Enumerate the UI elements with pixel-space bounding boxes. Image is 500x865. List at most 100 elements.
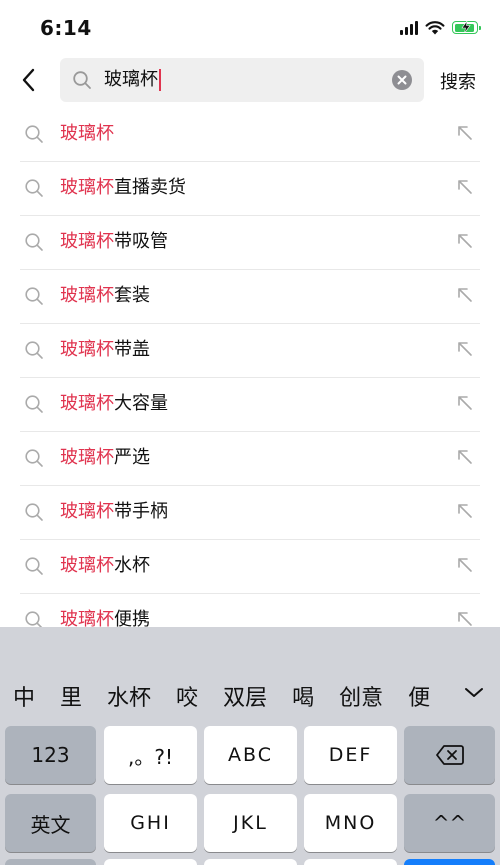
search-icon (25, 341, 43, 359)
candidate-word[interactable]: 里 (60, 681, 82, 711)
keyboard-key[interactable] (304, 859, 397, 865)
suggestion-highlight: 玻璃杯 (60, 123, 114, 144)
candidate-word[interactable]: 创意 (339, 681, 383, 711)
chevron-down-icon (465, 688, 483, 697)
clear-search-button[interactable] (392, 70, 412, 90)
status-time: 6:14 (40, 16, 92, 40)
suggestion-text: 玻璃杯严选 (60, 446, 150, 470)
search-button[interactable]: 搜索 (440, 68, 476, 94)
chevron-left-icon (22, 68, 35, 92)
suggestion-rest: 直播卖货 (114, 177, 186, 198)
search-icon (25, 449, 43, 467)
suggestion-text: 玻璃杯直播卖货 (60, 176, 186, 200)
english-switch-key[interactable]: 英文 (5, 794, 96, 852)
candidate-word[interactable]: 喝 (292, 681, 314, 711)
suggestion-item[interactable]: 玻璃杯带吸管 (20, 216, 480, 270)
search-query-text: 玻璃杯 (104, 69, 158, 90)
keyboard-key[interactable] (5, 859, 96, 865)
suggestion-text: 玻璃杯便携 (60, 608, 150, 628)
suggestion-highlight: 玻璃杯 (60, 393, 114, 414)
keyboard-key[interactable] (204, 859, 297, 865)
suggestion-highlight: 玻璃杯 (60, 231, 114, 252)
suggestion-item[interactable]: 玻璃杯带手柄 (20, 486, 480, 540)
ghi-key[interactable]: GHI (104, 794, 197, 852)
candidate-bar: 中 里 水杯 咬 双层 喝 创意 便 (0, 627, 500, 717)
mno-key[interactable]: MNO (304, 794, 397, 852)
status-bar: 6:14 (0, 0, 500, 56)
suggestion-highlight: 玻璃杯 (60, 177, 114, 198)
suggestion-text: 玻璃杯带吸管 (60, 230, 168, 254)
tone-key[interactable]: ^^ (404, 794, 495, 852)
suggestion-highlight: 玻璃杯 (60, 609, 114, 628)
suggestion-text: 玻璃杯大容量 (60, 392, 168, 416)
jkl-key[interactable]: JKL (204, 794, 297, 852)
search-icon (25, 395, 43, 413)
search-icon (25, 611, 43, 628)
suggestion-text: 玻璃杯 (60, 122, 114, 146)
suggestion-text: 玻璃杯带手柄 (60, 500, 168, 524)
suggestion-rest: 套装 (114, 285, 150, 306)
search-key[interactable] (404, 859, 495, 865)
suggestion-rest: 便携 (114, 609, 150, 628)
keyboard-key[interactable] (104, 859, 197, 865)
battery-charging-icon (452, 21, 481, 34)
text-caret (159, 69, 161, 91)
candidate-word[interactable]: 双层 (223, 681, 267, 711)
suggestion-item[interactable]: 玻璃杯套装 (20, 270, 480, 324)
search-icon (25, 557, 43, 575)
suggestion-item[interactable]: 玻璃杯直播卖货 (20, 162, 480, 216)
search-icon (25, 287, 43, 305)
status-icons (400, 20, 481, 35)
candidate-word[interactable]: 水杯 (107, 681, 151, 711)
suggestion-highlight: 玻璃杯 (60, 501, 114, 522)
cellular-signal-icon (400, 20, 418, 35)
candidate-word[interactable]: 便 (408, 681, 430, 711)
suggestion-rest: 水杯 (114, 555, 150, 576)
suggestion-highlight: 玻璃杯 (60, 339, 114, 360)
search-icon (25, 503, 43, 521)
close-icon (397, 75, 407, 85)
candidate-word[interactable]: 咬 (176, 681, 198, 711)
suggestion-list: 玻璃杯 玻璃杯直播卖货 玻璃杯带吸管 玻璃杯套装 玻璃杯带盖 玻璃杯大容量 玻璃… (0, 108, 500, 628)
arrow-up-left-icon[interactable] (456, 178, 474, 196)
arrow-up-left-icon[interactable] (456, 232, 474, 250)
candidate-word[interactable]: 中 (13, 681, 35, 711)
search-header: 玻璃杯 搜索 (0, 56, 500, 106)
search-input[interactable]: 玻璃杯 (104, 69, 161, 91)
arrow-up-left-icon[interactable] (456, 610, 474, 628)
arrow-up-left-icon[interactable] (456, 448, 474, 466)
suggestion-text: 玻璃杯套装 (60, 284, 150, 308)
arrow-up-left-icon[interactable] (456, 556, 474, 574)
suggestion-item[interactable]: 玻璃杯水杯 (20, 540, 480, 594)
suggestion-rest: 带吸管 (114, 231, 168, 252)
arrow-up-left-icon[interactable] (456, 340, 474, 358)
punctuation-key[interactable]: ,。?! (104, 726, 197, 784)
arrow-up-left-icon[interactable] (456, 286, 474, 304)
suggestion-rest: 带盖 (114, 339, 150, 360)
search-icon (25, 125, 43, 143)
expand-candidates-button[interactable] (462, 683, 486, 703)
suggestion-highlight: 玻璃杯 (60, 285, 114, 306)
back-button[interactable] (14, 65, 42, 95)
suggestion-rest: 严选 (114, 447, 150, 468)
search-box[interactable]: 玻璃杯 (60, 58, 424, 102)
arrow-up-left-icon[interactable] (456, 124, 474, 142)
suggestion-highlight: 玻璃杯 (60, 447, 114, 468)
suggestion-item[interactable]: 玻璃杯便携 (20, 594, 480, 628)
arrow-up-left-icon[interactable] (456, 394, 474, 412)
backspace-icon (435, 745, 464, 765)
suggestion-rest: 带手柄 (114, 501, 168, 522)
suggestion-rest: 大容量 (114, 393, 168, 414)
suggestion-text: 玻璃杯带盖 (60, 338, 150, 362)
search-icon (25, 233, 43, 251)
suggestion-item[interactable]: 玻璃杯大容量 (20, 378, 480, 432)
numbers-key[interactable]: 123 (5, 726, 96, 784)
abc-key[interactable]: ABC (204, 726, 297, 784)
delete-key[interactable] (404, 726, 495, 784)
suggestion-item[interactable]: 玻璃杯严选 (20, 432, 480, 486)
wifi-icon (425, 21, 445, 35)
suggestion-item[interactable]: 玻璃杯 (20, 108, 480, 162)
arrow-up-left-icon[interactable] (456, 502, 474, 520)
suggestion-item[interactable]: 玻璃杯带盖 (20, 324, 480, 378)
def-key[interactable]: DEF (304, 726, 397, 784)
